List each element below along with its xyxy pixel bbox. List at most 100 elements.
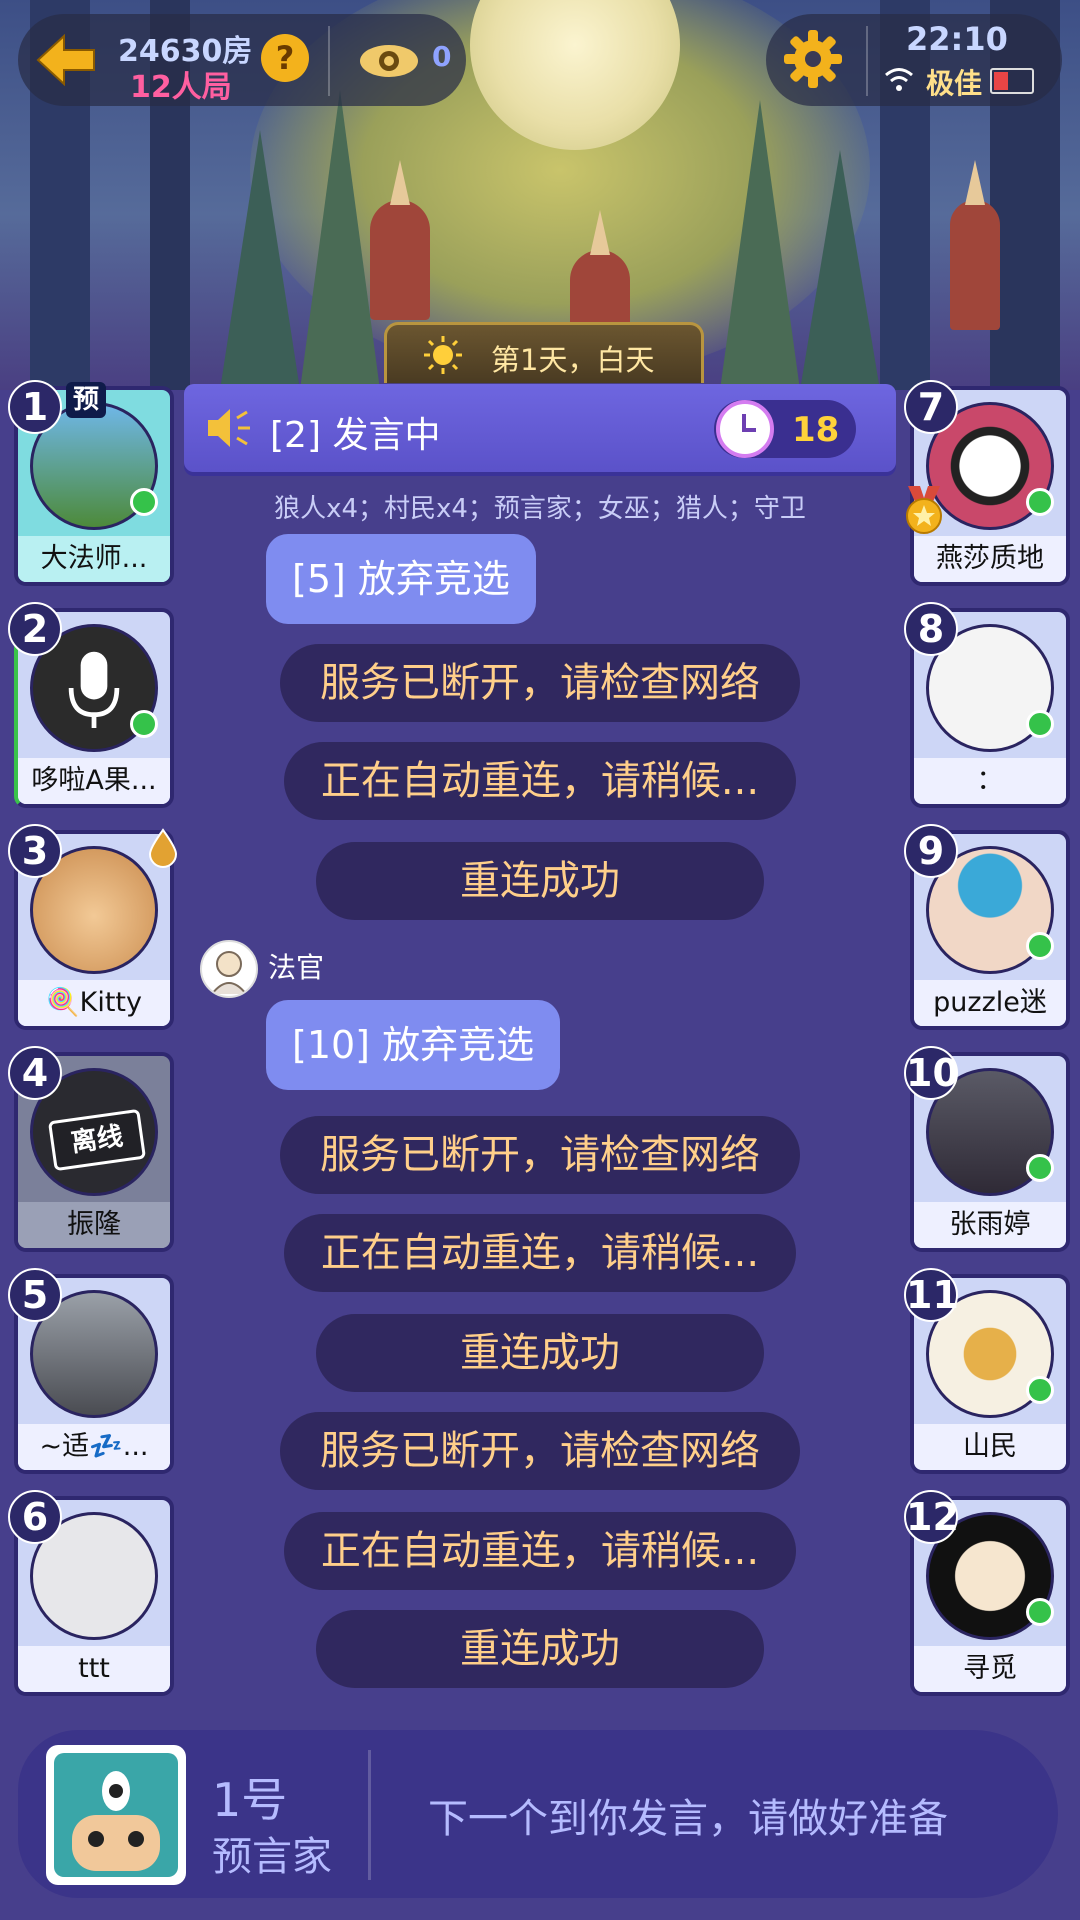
player-name: ：: [914, 758, 1066, 804]
player-card-5[interactable]: 5 ~适💤...: [8, 1268, 174, 1474]
online-indicator: [1026, 710, 1054, 738]
viewer-count: 0: [432, 40, 452, 73]
my-role-avatar[interactable]: [46, 1745, 186, 1885]
system-message: 重连成功: [316, 842, 764, 920]
online-indicator: [1026, 1376, 1054, 1404]
my-role-bar: 1号 预言家 下一个到你发言，请做好准备: [18, 1730, 1058, 1898]
seat-number: 5: [8, 1268, 62, 1322]
player-card-7[interactable]: 7 燕莎质地: [904, 380, 1070, 586]
seat-number: 11: [904, 1268, 959, 1322]
online-indicator: [1026, 488, 1054, 516]
clock: 22:10: [906, 20, 1008, 58]
player-card-6[interactable]: 6 ttt: [8, 1490, 174, 1696]
turn-prompt: 下一个到你发言，请做好准备: [428, 1796, 948, 1842]
countdown-timer: 18: [714, 400, 856, 458]
help-button[interactable]: ?: [261, 34, 309, 82]
roles-summary: 狼人x4；村民x4；预言家；女巫；猎人；守卫: [274, 494, 806, 524]
system-message: 正在自动重连，请稍候...: [284, 1214, 796, 1292]
player-name: 寻觅: [914, 1646, 1066, 1692]
player-name: 燕莎质地: [914, 536, 1066, 582]
seat-number: 9: [904, 824, 958, 878]
back-arrow-icon: [36, 33, 95, 87]
my-role-name: 预言家: [212, 1834, 332, 1880]
player-name: 山民: [914, 1424, 1066, 1470]
player-name: 大法师...: [18, 536, 170, 582]
seat-number: 7: [904, 380, 958, 434]
seat-number: 12: [904, 1490, 959, 1544]
phase-label: 第1天，白天: [491, 343, 655, 377]
player-card-4[interactable]: 离线 4 振隆: [8, 1046, 174, 1252]
gear-icon[interactable]: [784, 30, 842, 88]
pine-tree: [220, 130, 300, 390]
system-message: 服务已断开，请检查网络: [280, 644, 800, 722]
system-message: 服务已断开，请检查网络: [280, 1412, 800, 1490]
hut-tower: [950, 160, 1000, 330]
seat-number: 2: [8, 602, 62, 656]
speaking-banner: [2] 发言中 18: [184, 384, 896, 472]
player-card-12[interactable]: 12 寻觅: [904, 1490, 1070, 1696]
player-card-3[interactable]: 3 🍭Kitty: [8, 824, 178, 1030]
judge-icon: [211, 951, 247, 995]
back-button[interactable]: [36, 33, 96, 87]
pine-tree: [720, 100, 800, 390]
seat-number: 6: [8, 1490, 62, 1544]
divider: [328, 26, 330, 96]
battery-icon: [990, 68, 1034, 94]
seat-number: 1: [8, 380, 62, 434]
role-tag: 预: [66, 382, 106, 418]
system-message: 正在自动重连，请稍候...: [284, 1512, 796, 1590]
medal-icon: [906, 486, 942, 534]
system-message: 正在自动重连，请稍候...: [284, 742, 796, 820]
droplet-icon: [148, 828, 178, 868]
seat-number: 10: [904, 1046, 959, 1100]
online-indicator: [1026, 1154, 1054, 1182]
hut-tower: [370, 160, 430, 320]
room-info-bar: 24630房 12人局 ? 0: [18, 14, 466, 106]
online-indicator: [130, 710, 158, 738]
player-card-9[interactable]: 9 puzzle迷: [904, 824, 1070, 1030]
online-indicator: [1026, 1598, 1054, 1626]
chat-message: [10] 放弃竞选: [266, 1000, 561, 1090]
my-seat-number: 1号: [212, 1773, 288, 1827]
player-name: puzzle迷: [914, 980, 1066, 1026]
seat-number: 4: [8, 1046, 62, 1100]
player-name: 张雨婷: [914, 1202, 1066, 1248]
chat-message: [5] 放弃竞选: [266, 534, 536, 624]
player-card-11[interactable]: 11 山民: [904, 1268, 1070, 1474]
status-bar: 22:10 极佳: [766, 14, 1062, 106]
chat-area[interactable]: [5] 放弃竞选 服务已断开，请检查网络 正在自动重连，请稍候... 重连成功 …: [184, 534, 896, 1694]
judge-avatar[interactable]: [200, 940, 258, 998]
player-card-10[interactable]: 10 张雨婷: [904, 1046, 1070, 1252]
pine-tree: [800, 150, 880, 390]
player-card-1[interactable]: 1 预 大法师...: [8, 380, 174, 586]
online-indicator: [1026, 932, 1054, 960]
seat-number: 3: [8, 824, 62, 878]
clock-icon: [716, 400, 774, 458]
judge-name: 法官: [268, 951, 325, 984]
seat-number: 8: [904, 602, 958, 656]
player-name: 振隆: [18, 1202, 170, 1248]
online-indicator: [130, 488, 158, 516]
countdown-value: 18: [792, 410, 840, 450]
player-card-8[interactable]: 8 ：: [904, 602, 1070, 808]
system-message: 重连成功: [316, 1314, 764, 1392]
player-card-2[interactable]: 2 哆啦A果...: [8, 602, 174, 808]
player-name: ~适💤...: [18, 1424, 170, 1470]
speaker-icon: [208, 409, 250, 447]
speaking-status: [2] 发言中: [270, 415, 441, 456]
divider: [866, 26, 868, 96]
room-type: 12人局: [130, 70, 232, 105]
sun-icon: [424, 336, 462, 374]
divider: [368, 1750, 371, 1880]
pine-tree: [300, 90, 380, 390]
player-name: 哆啦A果...: [18, 758, 170, 804]
system-message: 服务已断开，请检查网络: [280, 1116, 800, 1194]
player-name: ttt: [18, 1646, 170, 1692]
seer-icon: [54, 1753, 178, 1877]
eye-icon[interactable]: [358, 42, 420, 80]
system-message: 重连成功: [316, 1610, 764, 1688]
phase-indicator: 第1天，白天: [384, 322, 704, 383]
player-name: 🍭Kitty: [18, 980, 170, 1026]
network-quality: 极佳: [926, 67, 983, 100]
offline-stamp: 离线: [47, 1108, 147, 1172]
